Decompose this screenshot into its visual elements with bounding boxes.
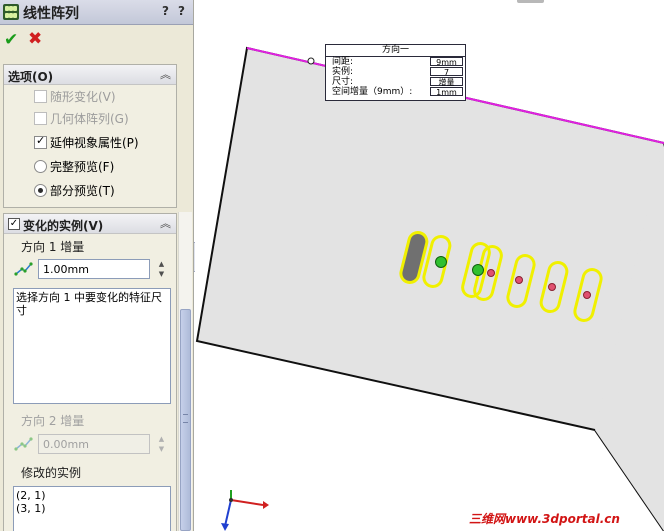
varied-instances-header[interactable]: ✓ 变化的实例(V) ︽ [4,214,176,234]
watermark: 三维网www.3dportal.cn [469,512,620,526]
callout-row-label: 实例: [332,67,354,77]
help-icon[interactable]: ? [178,4,185,18]
plate-face[interactable] [195,46,664,531]
list-item[interactable]: (2, 1) [16,489,168,502]
geometry-pattern-label: 几何体阵列(G) [50,112,129,126]
viewport-top-tab[interactable] [517,0,544,3]
partial-preview-radio[interactable] [34,184,47,197]
property-manager-header: 线性阵列 ? ? [0,0,193,25]
property-manager-panel: 线性阵列 ? ? ✔ ✖ 选项(O) ︽ 随形变化(V) 几何体阵列(G) 延伸… [0,0,194,531]
instance-point-green[interactable] [435,256,447,268]
callout-row-label: 尺寸: [332,77,354,87]
vary-sketch-checkbox[interactable] [34,90,47,103]
list-item[interactable]: (3, 1) [16,502,168,515]
varied-instances-group: ✓ 变化的实例(V) ︽ 方向 1 增量 1.00mm ▲ ▼ 选择方向 1 中要… [3,213,177,531]
callout-row-label: 空间增量（9mm）: [332,87,413,97]
modified-instances-list[interactable]: (2, 1) (3, 1) [13,486,171,531]
ok-button[interactable]: ✔ [4,30,18,50]
direction1-increment-input[interactable]: 1.00mm [38,259,150,279]
instance-point-pink[interactable] [583,291,591,299]
collapse-icon[interactable]: ︽ [160,66,171,82]
edge-handle[interactable] [307,57,315,65]
direction-callout: 方向一 间距: 9mm 实例: 7 尺寸: 增量 空间增量（9mm）: 1mm [325,44,466,101]
options-group-title: 选项(O) [8,70,54,84]
direction2-increment-label: 方向 2 增量 [21,414,85,428]
view-triad-icon [221,490,269,531]
instance-point-pink[interactable] [487,269,495,277]
callout-title: 方向一 [326,45,465,57]
scrollbar-thumb[interactable] [180,309,191,531]
dimension-increment-icon [14,437,33,451]
whats-wrong-help-icon[interactable]: ? [162,4,169,18]
callout-row-label: 间距: [332,57,354,67]
property-manager-title: 线性阵列 [23,6,79,22]
vary-sketch-label: 随形变化(V) [50,90,116,104]
propagate-visual-label: 延伸视象属性(P) [50,136,139,150]
full-preview-label: 完整预览(F) [50,160,115,174]
instance-point-pink[interactable] [515,276,523,284]
varied-instances-checkbox[interactable]: ✓ [8,218,20,230]
cancel-button[interactable]: ✖ [28,29,42,49]
dimension-selection-box[interactable]: 选择方向 1 中要变化的特征尺寸 [13,288,171,404]
options-group-header[interactable]: 选项(O) ︽ [4,65,176,85]
dimension-increment-icon [14,262,33,276]
callout-spacing-value[interactable]: 9mm [430,57,463,67]
partial-preview-label: 部分预览(T) [50,184,115,198]
direction1-spinner[interactable]: ▲ ▼ [155,259,168,279]
direction1-increment-label: 方向 1 增量 [21,240,85,254]
callout-instances-value[interactable]: 7 [430,67,463,77]
collapse-icon[interactable]: ︽ [160,215,171,231]
varied-instances-title: 变化的实例(V) [23,219,104,233]
direction2-spinner[interactable]: ▲ ▼ [155,434,168,454]
geometry-pattern-checkbox[interactable] [34,112,47,125]
propagate-visual-checkbox[interactable] [34,134,47,149]
instance-point-pink[interactable] [548,283,556,291]
instance-point-green[interactable] [472,264,484,276]
full-preview-radio[interactable] [34,160,47,173]
panel-scrollbar[interactable] [178,212,192,531]
options-group: 选项(O) ︽ 随形变化(V) 几何体阵列(G) 延伸视象属性(P) 完整预览(… [3,64,177,208]
callout-size-value[interactable]: 增量 [430,77,463,87]
callout-increment-value[interactable]: 1mm [430,87,463,97]
direction2-increment-input[interactable]: 0.00mm [38,434,150,454]
modified-instances-label: 修改的实例 [21,466,82,480]
linear-pattern-icon [3,4,19,20]
